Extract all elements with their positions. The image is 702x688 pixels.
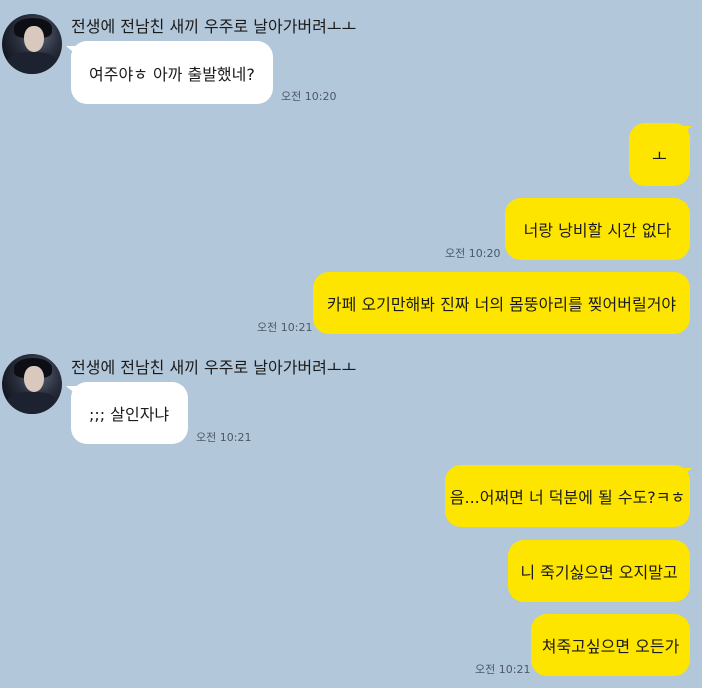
- message-text: 카페 오기만해봐 진짜 너의 몸뚱아리를 찢어버릴거야: [326, 295, 677, 314]
- message-time: 오전 10:20: [281, 90, 337, 103]
- message-time: 오전 10:21: [257, 321, 313, 334]
- message-bubble-out[interactable]: ㅗ: [629, 123, 690, 186]
- avatar-face: [24, 366, 44, 392]
- message-bubble-in[interactable]: 여주야ㅎ 아까 출발했네?: [71, 41, 273, 104]
- message-bubble-out[interactable]: 쳐죽고싶으면 오든가: [531, 614, 690, 676]
- message-text: 음...어쩌면 너 덕분에 될 수도?ㅋㅎ: [449, 488, 686, 507]
- message-bubble-in[interactable]: ;;; 살인자냐: [71, 382, 188, 444]
- avatar-face: [24, 26, 44, 52]
- message-text: 여주야ㅎ 아까 출발했네?: [89, 64, 255, 84]
- message-text: ㅗ: [652, 146, 667, 166]
- message-bubble-out[interactable]: 니 죽기싫으면 오지말고: [508, 540, 690, 602]
- message-bubble-out[interactable]: 음...어쩌면 너 덕분에 될 수도?ㅋㅎ: [445, 465, 690, 527]
- message-bubble-out[interactable]: 카페 오기만해봐 진짜 너의 몸뚱아리를 찢어버릴거야: [313, 272, 690, 334]
- sender-avatar[interactable]: [2, 14, 62, 74]
- message-time: 오전 10:21: [475, 663, 531, 676]
- message-bubble-out[interactable]: 너랑 낭비할 시간 없다: [505, 198, 690, 260]
- message-text: 쳐죽고싶으면 오든가: [541, 637, 680, 656]
- avatar-coat: [6, 392, 58, 414]
- message-time: 오전 10:20: [445, 247, 501, 260]
- avatar-coat: [6, 52, 58, 74]
- sender-avatar[interactable]: [2, 354, 62, 414]
- message-text: 너랑 낭비할 시간 없다: [523, 221, 672, 240]
- sender-name: 전생에 전남친 새끼 우주로 날아가버려ㅗㅗ: [71, 17, 357, 36]
- sender-name: 전생에 전남친 새끼 우주로 날아가버려ㅗㅗ: [71, 358, 357, 377]
- message-time: 오전 10:21: [196, 431, 252, 444]
- message-text: 니 죽기싫으면 오지말고: [520, 563, 678, 582]
- message-text: ;;; 살인자냐: [89, 405, 170, 424]
